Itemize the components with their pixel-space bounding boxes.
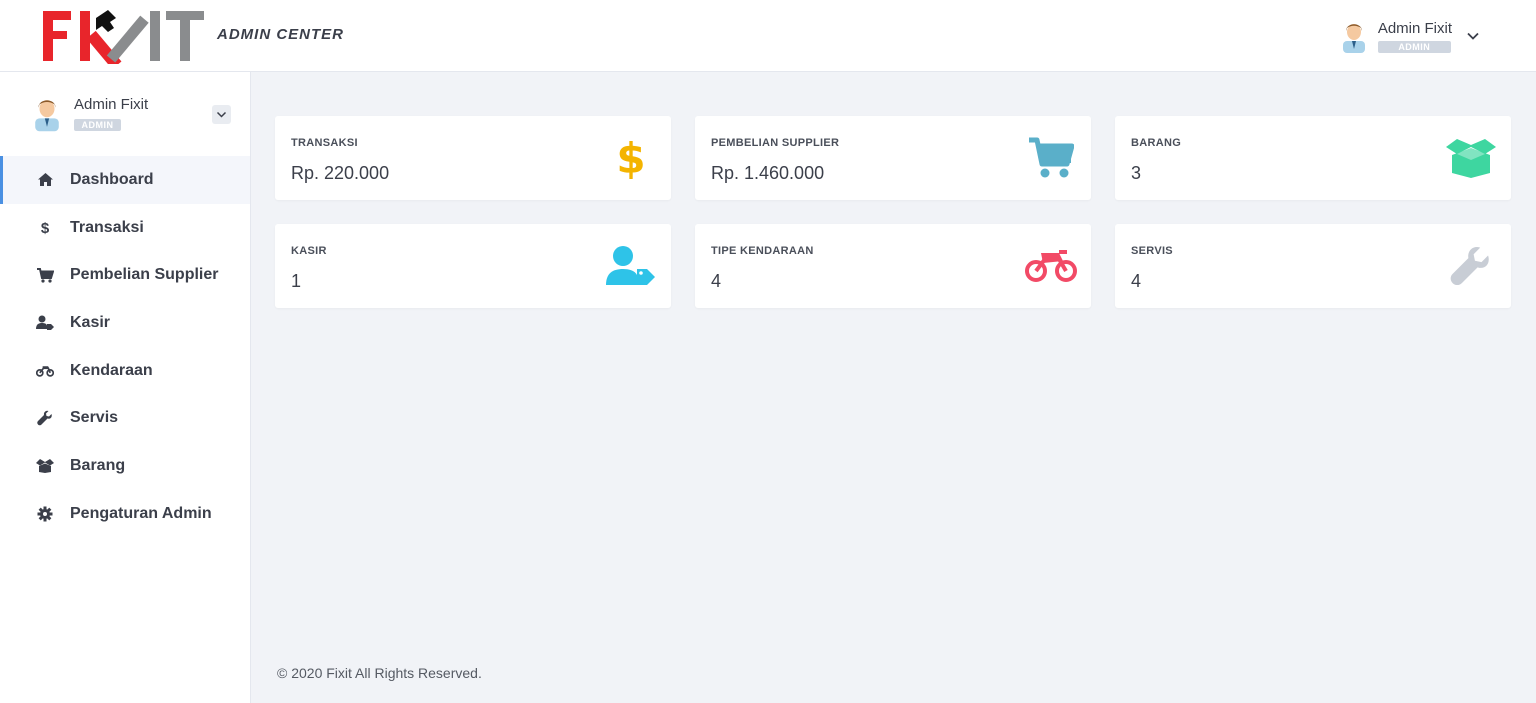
admin-center-title: ADMIN CENTER [217, 26, 344, 43]
sidebar-item-label: Barang [70, 456, 126, 474]
card-value: Rp. 1.460.000 [711, 163, 825, 183]
sidebar-user-toggle[interactable] [212, 105, 231, 124]
motorcycle-icon [1025, 244, 1077, 288]
sidebar-item-kendaraan[interactable]: Kendaraan [0, 347, 250, 395]
sidebar-item-label: Pengaturan Admin [70, 504, 212, 522]
motorcycle-icon [36, 363, 54, 379]
card-title: KASIR [291, 245, 327, 257]
sidebar-user-panel: Admin Fixit ADMIN [32, 94, 232, 134]
user-tag-icon [36, 315, 54, 331]
avatar-icon [35, 100, 59, 132]
svg-text:$: $ [616, 136, 645, 180]
chevron-down-icon[interactable] [1466, 29, 1480, 43]
sidebar-item-pembelian-supplier[interactable]: Pembelian Supplier [0, 251, 250, 299]
chevron-down-icon [216, 111, 227, 118]
sidebar-user-name: Admin Fixit [74, 96, 149, 113]
top-user-menu[interactable]: Admin Fixit ADMIN [1340, 16, 1480, 56]
top-header: ADMIN CENTER Admin Fixit ADMIN [0, 0, 1536, 72]
sidebar-item-label: Kasir [70, 313, 111, 331]
cart-icon [36, 267, 54, 283]
sidebar-item-kasir[interactable]: Kasir [0, 299, 250, 347]
stat-card-barang[interactable]: BARANG 3 [1115, 116, 1511, 200]
sidebar-item-label: Servis [70, 409, 119, 427]
wrench-icon [36, 410, 54, 426]
sidebar-item-label: Transaksi [70, 218, 144, 236]
home-icon [36, 172, 54, 188]
card-title: TIPE KENDARAAN [711, 245, 814, 257]
sidebar-item-dashboard[interactable]: Dashboard [0, 156, 250, 204]
sidebar-item-label: Pembelian Supplier [70, 266, 219, 284]
box-open-icon [36, 458, 54, 474]
card-title: PEMBELIAN SUPPLIER [711, 137, 840, 149]
card-title: BARANG [1131, 137, 1182, 149]
card-value: Rp. 220.000 [291, 163, 390, 183]
footer-copyright: © 2020 Fixit All Rights Reserved. [277, 665, 482, 681]
sidebar-item-pengaturan-admin[interactable]: Pengaturan Admin [0, 490, 250, 538]
sidebar-item-servis[interactable]: Servis [0, 394, 250, 442]
avatar-icon [1342, 24, 1365, 53]
stat-card-servis[interactable]: SERVIS 4 [1115, 224, 1511, 308]
fixit-logo[interactable] [40, 8, 208, 70]
user-name: Admin Fixit [1377, 19, 1452, 37]
cart-icon [1025, 136, 1077, 180]
wrench-icon [1445, 244, 1497, 288]
box-open-icon [1445, 136, 1497, 180]
sidebar-nav: Dashboard $ Transaksi Pembelian Supplier… [0, 156, 250, 538]
card-title: SERVIS [1131, 245, 1173, 257]
sidebar-item-barang[interactable]: Barang [0, 442, 250, 490]
sidebar-role-badge: ADMIN [74, 119, 121, 131]
sidebar-item-transaksi[interactable]: $ Transaksi [0, 204, 250, 252]
dollar-icon: $ [605, 136, 657, 180]
sidebar-item-label: Kendaraan [70, 361, 153, 379]
card-value: 1 [291, 271, 302, 291]
sidebar: Admin Fixit ADMIN Dashboard $ Transaksi … [0, 72, 251, 703]
card-value: 4 [1131, 271, 1142, 291]
card-value: 3 [1131, 163, 1142, 183]
stat-card-pembelian-supplier[interactable]: PEMBELIAN SUPPLIER Rp. 1.460.000 [695, 116, 1091, 200]
gear-icon [36, 506, 54, 522]
stat-card-tipe-kendaraan[interactable]: TIPE KENDARAAN 4 [695, 224, 1091, 308]
role-badge: ADMIN [1377, 40, 1451, 53]
user-tag-icon [605, 244, 657, 288]
sidebar-item-label: Dashboard [70, 170, 154, 188]
stat-card-kasir[interactable]: KASIR 1 [275, 224, 671, 308]
svg-text:$: $ [41, 220, 50, 236]
dollar-icon: $ [36, 220, 54, 236]
stat-card-transaksi[interactable]: TRANSAKSI Rp. 220.000 $ [275, 116, 671, 200]
card-title: TRANSAKSI [291, 137, 358, 149]
card-value: 4 [711, 271, 722, 291]
